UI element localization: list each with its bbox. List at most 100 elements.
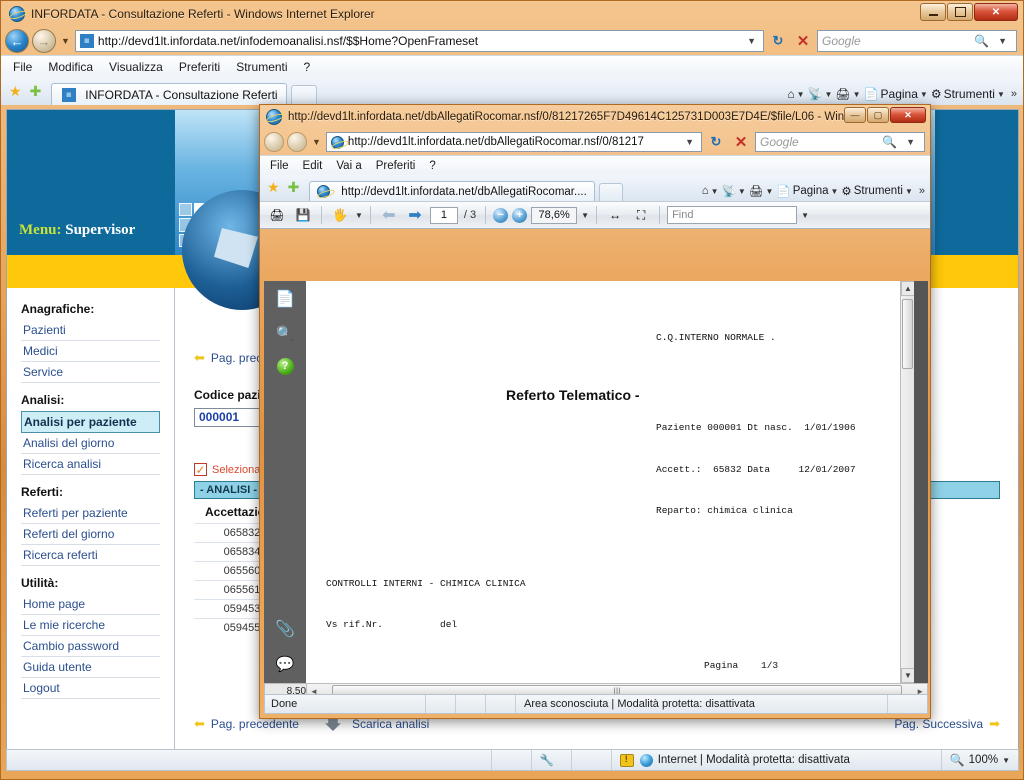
popup-menu-item-preferiti[interactable]: Preferiti: [376, 160, 416, 172]
sidebar-item-medici[interactable]: Medici: [21, 341, 160, 362]
recent-pages-chevron-down-icon[interactable]: ▼: [59, 36, 72, 46]
popup-address-input[interactable]: http://devd1lt.infordata.net/dbAllegatiR…: [325, 132, 702, 152]
pdf-find-chevron-down-icon[interactable]: ▼: [801, 211, 809, 220]
maximize-button[interactable]: [947, 3, 973, 21]
sidebar-item-home-page[interactable]: Home page: [21, 594, 160, 615]
search-chevron-down-icon[interactable]: ▼: [993, 36, 1012, 46]
menu-item-preferiti[interactable]: Preferiti: [179, 60, 220, 74]
security-zone-indicator[interactable]: Internet | Modalità protetta: disattivat…: [610, 750, 941, 770]
popup-new-tab-button[interactable]: [598, 183, 623, 201]
sidebar-item-referti-del-giorno[interactable]: Referti del giorno: [21, 524, 160, 545]
new-tab-button[interactable]: [290, 85, 317, 105]
popup-add-favorite-icon[interactable]: ✚: [286, 179, 306, 201]
sidebar-item-referti-per-paziente[interactable]: Referti per paziente: [21, 503, 160, 524]
popup-home-icon[interactable]: ⌂ ▼: [702, 185, 719, 197]
pdf-previous-page-icon[interactable]: ⬅: [378, 204, 400, 226]
print-icon[interactable]: 🖨 ▼: [835, 87, 860, 101]
scroll-up-icon[interactable]: ▲: [901, 281, 914, 296]
popup-back-button[interactable]: [264, 132, 284, 152]
popup-pagina-menu[interactable]: 📄 Pagina ▼: [776, 184, 838, 198]
pdf-fit-page-icon[interactable]: ⛶: [630, 204, 652, 226]
popup-address-chevron-down-icon[interactable]: ▼: [680, 137, 699, 147]
popup-feeds-icon[interactable]: 📡 ▼: [722, 184, 746, 198]
pdf-next-page-icon[interactable]: ➡: [404, 204, 426, 226]
scroll-down-icon[interactable]: ▼: [901, 668, 914, 683]
menu-item-strumenti[interactable]: Strumenti: [236, 60, 287, 74]
pdf-zoom-in-icon[interactable]: +: [512, 207, 528, 223]
popup-recent-chevron-down-icon[interactable]: ▼: [310, 137, 323, 147]
popup-menu-item-vai-a[interactable]: Vai a: [336, 160, 361, 172]
sidebar-item-cambio-password[interactable]: Cambio password: [21, 636, 160, 657]
pagina-menu[interactable]: 📄 Pagina ▼: [864, 87, 928, 101]
pdf-attachments-paperclip-icon[interactable]: 📎: [275, 619, 295, 639]
sidebar-item-le-mie-ricerche[interactable]: Le mie ricerche: [21, 615, 160, 636]
more-commands-icon[interactable]: »: [1008, 88, 1017, 100]
popup-menu-item-file[interactable]: File: [270, 160, 289, 172]
feeds-icon[interactable]: 📡 ▼: [808, 87, 833, 101]
menu-item-modifica[interactable]: Modifica: [48, 60, 93, 74]
popup-search-input[interactable]: Google 🔍 ▼: [755, 132, 925, 152]
sidebar-item-analisi-per-paziente[interactable]: Analisi per paziente: [21, 411, 160, 433]
pdf-find-input[interactable]: Find: [667, 206, 798, 224]
pdf-save-icon[interactable]: 💾: [292, 204, 314, 226]
popup-menu-item-help[interactable]: ?: [429, 160, 435, 172]
pdf-pages-panel-icon[interactable]: 📄: [275, 289, 295, 309]
pdf-print-icon[interactable]: 🖨: [266, 204, 288, 226]
popup-search-icon[interactable]: 🔍: [882, 135, 897, 149]
sidebar-item-analisi-del-giorno[interactable]: Analisi del giorno: [21, 433, 160, 454]
close-button[interactable]: ✕: [974, 3, 1018, 21]
stop-icon[interactable]: ✕: [792, 30, 814, 52]
scarica-analisi-link[interactable]: Scarica analisi: [324, 717, 429, 731]
add-favorite-icon[interactable]: ✚: [28, 83, 48, 105]
pdf-comments-icon[interactable]: 💬: [276, 655, 295, 673]
popup-print-icon[interactable]: 🖨 ▼: [749, 184, 774, 198]
scrollbar-thumb[interactable]: [902, 299, 913, 369]
search-icon[interactable]: 🔍: [974, 34, 989, 48]
popup-stop-icon[interactable]: ✕: [730, 131, 752, 153]
sidebar-item-ricerca-referti[interactable]: Ricerca referti: [21, 545, 160, 566]
pdf-zoom-chevron-down-icon[interactable]: ▼: [581, 211, 589, 220]
sidebar-item-ricerca-analisi[interactable]: Ricerca analisi: [21, 454, 160, 475]
zoom-chevron-down-icon[interactable]: ▼: [1002, 756, 1010, 765]
menu-item-help[interactable]: ?: [304, 60, 311, 74]
strumenti-menu[interactable]: ⚙ Strumenti ▼: [931, 87, 1005, 101]
pdf-zoom-out-icon[interactable]: −: [493, 207, 509, 223]
popup-strumenti-menu[interactable]: ⚙ Strumenti ▼: [841, 184, 912, 198]
address-input[interactable]: http://devd1lt.infordata.net/infodemoana…: [74, 30, 764, 52]
sidebar-item-guida-utente[interactable]: Guida utente: [21, 657, 160, 678]
popup-site-favicon-icon: [330, 135, 344, 149]
search-input[interactable]: Google 🔍 ▼: [817, 30, 1017, 52]
back-button[interactable]: ←: [5, 29, 29, 53]
popup-menu-item-edit[interactable]: Edit: [303, 160, 323, 172]
popup-browser-tab[interactable]: http://devd1lt.infordata.net/dbAllegatiR…: [309, 181, 595, 201]
pdf-vertical-scrollbar[interactable]: ▲ ▼: [900, 281, 914, 683]
favorites-star-icon[interactable]: ★: [7, 83, 24, 105]
pdf-fit-width-icon[interactable]: ↔: [604, 204, 626, 226]
popup-maximize-button[interactable]: ▢: [867, 107, 889, 123]
popup-close-button[interactable]: ✕: [890, 107, 926, 123]
popup-more-commands-icon[interactable]: »: [916, 185, 925, 197]
browser-tab[interactable]: INFORDATA - Consultazione Referti: [51, 83, 287, 105]
popup-refresh-icon[interactable]: ↻: [705, 131, 727, 153]
refresh-icon[interactable]: ↻: [767, 30, 789, 52]
popup-forward-button[interactable]: [287, 132, 307, 152]
pdf-zoom-level[interactable]: 78,6%: [531, 206, 578, 224]
popup-search-chevron-down-icon[interactable]: ▼: [901, 137, 920, 147]
popup-favorites-star-icon[interactable]: ★: [265, 179, 282, 201]
zoom-indicator[interactable]: 🔍 100% ▼: [940, 750, 1018, 770]
pdf-page-number-input[interactable]: 1: [429, 206, 458, 224]
pdf-help-icon[interactable]: ?: [276, 358, 294, 375]
pdf-select-chevron-down-icon[interactable]: ▼: [355, 211, 363, 220]
minimize-button[interactable]: [920, 3, 946, 21]
popup-minimize-button[interactable]: —: [844, 107, 866, 123]
forward-button[interactable]: →: [32, 29, 56, 53]
menu-item-file[interactable]: File: [13, 60, 32, 74]
home-icon[interactable]: ⌂ ▼: [787, 87, 804, 101]
sidebar-item-service[interactable]: Service: [21, 362, 160, 383]
address-chevron-down-icon[interactable]: ▼: [742, 36, 761, 46]
sidebar-item-logout[interactable]: Logout: [21, 678, 160, 699]
menu-item-visualizza[interactable]: Visualizza: [109, 60, 163, 74]
sidebar-item-pazienti[interactable]: Pazienti: [21, 320, 160, 341]
pdf-search-binoculars-icon[interactable]: 🔍: [276, 325, 293, 342]
pdf-select-tool-icon[interactable]: 🖐: [329, 204, 351, 226]
